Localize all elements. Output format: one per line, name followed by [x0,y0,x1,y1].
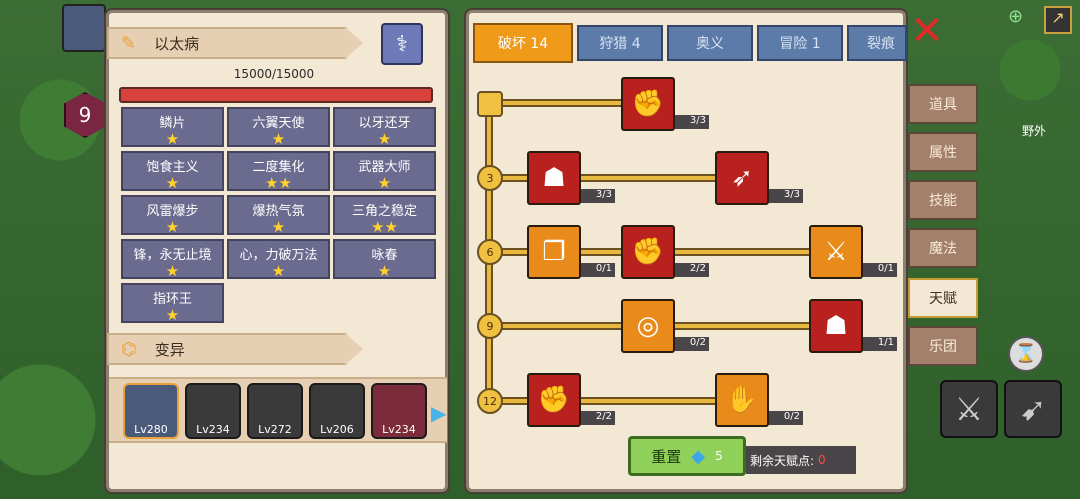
mutation-title: 变异 [154,340,185,359]
trait-cell[interactable]: 爆热气氛 ★ [227,195,330,235]
remaining-points-value: 0 [818,453,826,467]
talent-impact-icon[interactable]: ◎ [621,299,675,353]
side-tab-skills[interactable]: 技能 [908,180,978,220]
trait-cell[interactable]: 心，力破万法 ★ [227,239,330,279]
tier-node [477,91,503,117]
syringe-button[interactable]: ⚕ [381,23,423,65]
bow-skill-icon[interactable]: ➹ [1004,380,1062,438]
talent-punch-icon[interactable]: ✊ [621,225,675,279]
side-tab-items[interactable]: 道具 [908,84,978,124]
tier-node: 12 [477,388,503,414]
talent-count: 2/2 [675,263,709,277]
trait-cell[interactable]: 以牙还牙 ★ [333,107,436,147]
talent-row-line [489,99,629,107]
exit-icon[interactable]: ↗ [1044,6,1072,34]
side-tab-attributes[interactable]: 属性 [908,132,978,172]
talent-arm-wrestle-icon[interactable]: ✊ [621,77,675,131]
talent-count: 0/1 [863,263,897,277]
network-icon[interactable]: ⊕ [1008,6,1032,30]
pet-slot[interactable]: Lv234 [371,383,427,439]
talent-count: 0/2 [675,337,709,351]
remaining-points-label: 剩余天赋点: [750,453,815,468]
trait-cell[interactable]: 咏春 ★ [333,239,436,279]
trait-cell[interactable]: 指环王 ★ [121,283,224,323]
remaining-points-box: 剩余天赋点: 0 [746,446,856,474]
tab-adventure[interactable]: 冒险 1 [757,25,843,61]
pet-slot[interactable]: Lv234 [185,383,241,439]
pet-strip: Lv280 Lv234 Lv272 Lv206 Lv234 ▶ [109,377,447,443]
talent-panel: 破坏 14 狩猎 4 奥义 冒险 1 裂痕 3 6 9 12 ✊ 3/3 ☗ 3… [466,10,907,492]
tab-rift[interactable]: 裂痕 [847,25,907,61]
side-tab-magic[interactable]: 魔法 [908,228,978,268]
disease-header: ✎ 以太病 [107,27,363,59]
diamond-icon: ◆ [691,445,706,467]
reset-button[interactable]: 重置 ◆ 5 [628,436,746,476]
trait-cell[interactable]: 武器大师 ★ [333,151,436,191]
close-button[interactable]: ✕ [908,11,946,51]
trait-cell[interactable]: 风雷爆步 ★ [121,195,224,235]
pet-slot[interactable]: Lv280 [123,383,179,439]
talent-count: 0/2 [769,411,803,425]
syringe-badge-icon: ✎ [121,32,137,54]
dna-icon: ⌬ [121,338,137,360]
pet-slot[interactable]: Lv206 [309,383,365,439]
trait-cell[interactable]: 鳞片 ★ [121,107,224,147]
tab-hunt[interactable]: 狩猎 4 [577,25,663,61]
player-avatar[interactable] [62,4,106,52]
tier-node: 6 [477,239,503,265]
hp-bar [119,87,433,103]
reset-cost: 5 [715,449,723,463]
disease-title: 以太病 [154,34,200,53]
side-tab-band[interactable]: 乐团 [908,326,978,366]
mutation-header: ⌬ 变异 [107,333,363,365]
talent-sword-icon[interactable]: ⚔ [809,225,863,279]
hourglass-icon[interactable]: ⌛ [1008,336,1044,372]
reset-label: 重置 [651,447,682,466]
side-tab-talent[interactable]: 天赋 [908,278,978,318]
tab-mystery[interactable]: 奥义 [667,25,753,61]
talent-cards-icon[interactable]: ❐ [527,225,581,279]
trait-cell[interactable]: 饱食主义 ★ [121,151,224,191]
pet-slot[interactable]: Lv272 [247,383,303,439]
talent-count: 3/3 [581,189,615,203]
talent-fist-up-icon[interactable]: ✋ [715,373,769,427]
next-arrow-icon[interactable]: ▶ [431,401,446,425]
trait-cell[interactable]: 六翼天使 ★ [227,107,330,147]
talent-muscle-icon[interactable]: ☗ [527,151,581,205]
tab-destroy[interactable]: 破坏 14 [473,23,573,63]
talent-count: 2/2 [581,411,615,425]
sword-skill-icon[interactable]: ⚔ [940,380,998,438]
trait-cell[interactable]: 三角之稳定 ★★ [333,195,436,235]
talent-count: 1/1 [863,337,897,351]
talent-arrow-icon[interactable]: ➶ [715,151,769,205]
tier-node: 9 [477,313,503,339]
trait-cell[interactable]: 二度集化 ★★ [227,151,330,191]
trait-cell[interactable]: 锋，永无止境 ★ [121,239,224,279]
talent-count: 0/1 [581,263,615,277]
talent-fist-icon[interactable]: ✊ [527,373,581,427]
talent-count: 3/3 [769,189,803,203]
hp-text: 15000/15000 [233,67,315,81]
map-label: 野外 [1022,124,1047,138]
tier-node: 3 [477,165,503,191]
talent-count: 3/3 [675,115,709,129]
talent-demon-icon[interactable]: ☗ [809,299,863,353]
disease-panel: ✎ 以太病 ⚕ 15000/15000 鳞片 ★ 六翼天使 ★ 以牙还牙 ★ 饱食主义… [106,10,448,492]
